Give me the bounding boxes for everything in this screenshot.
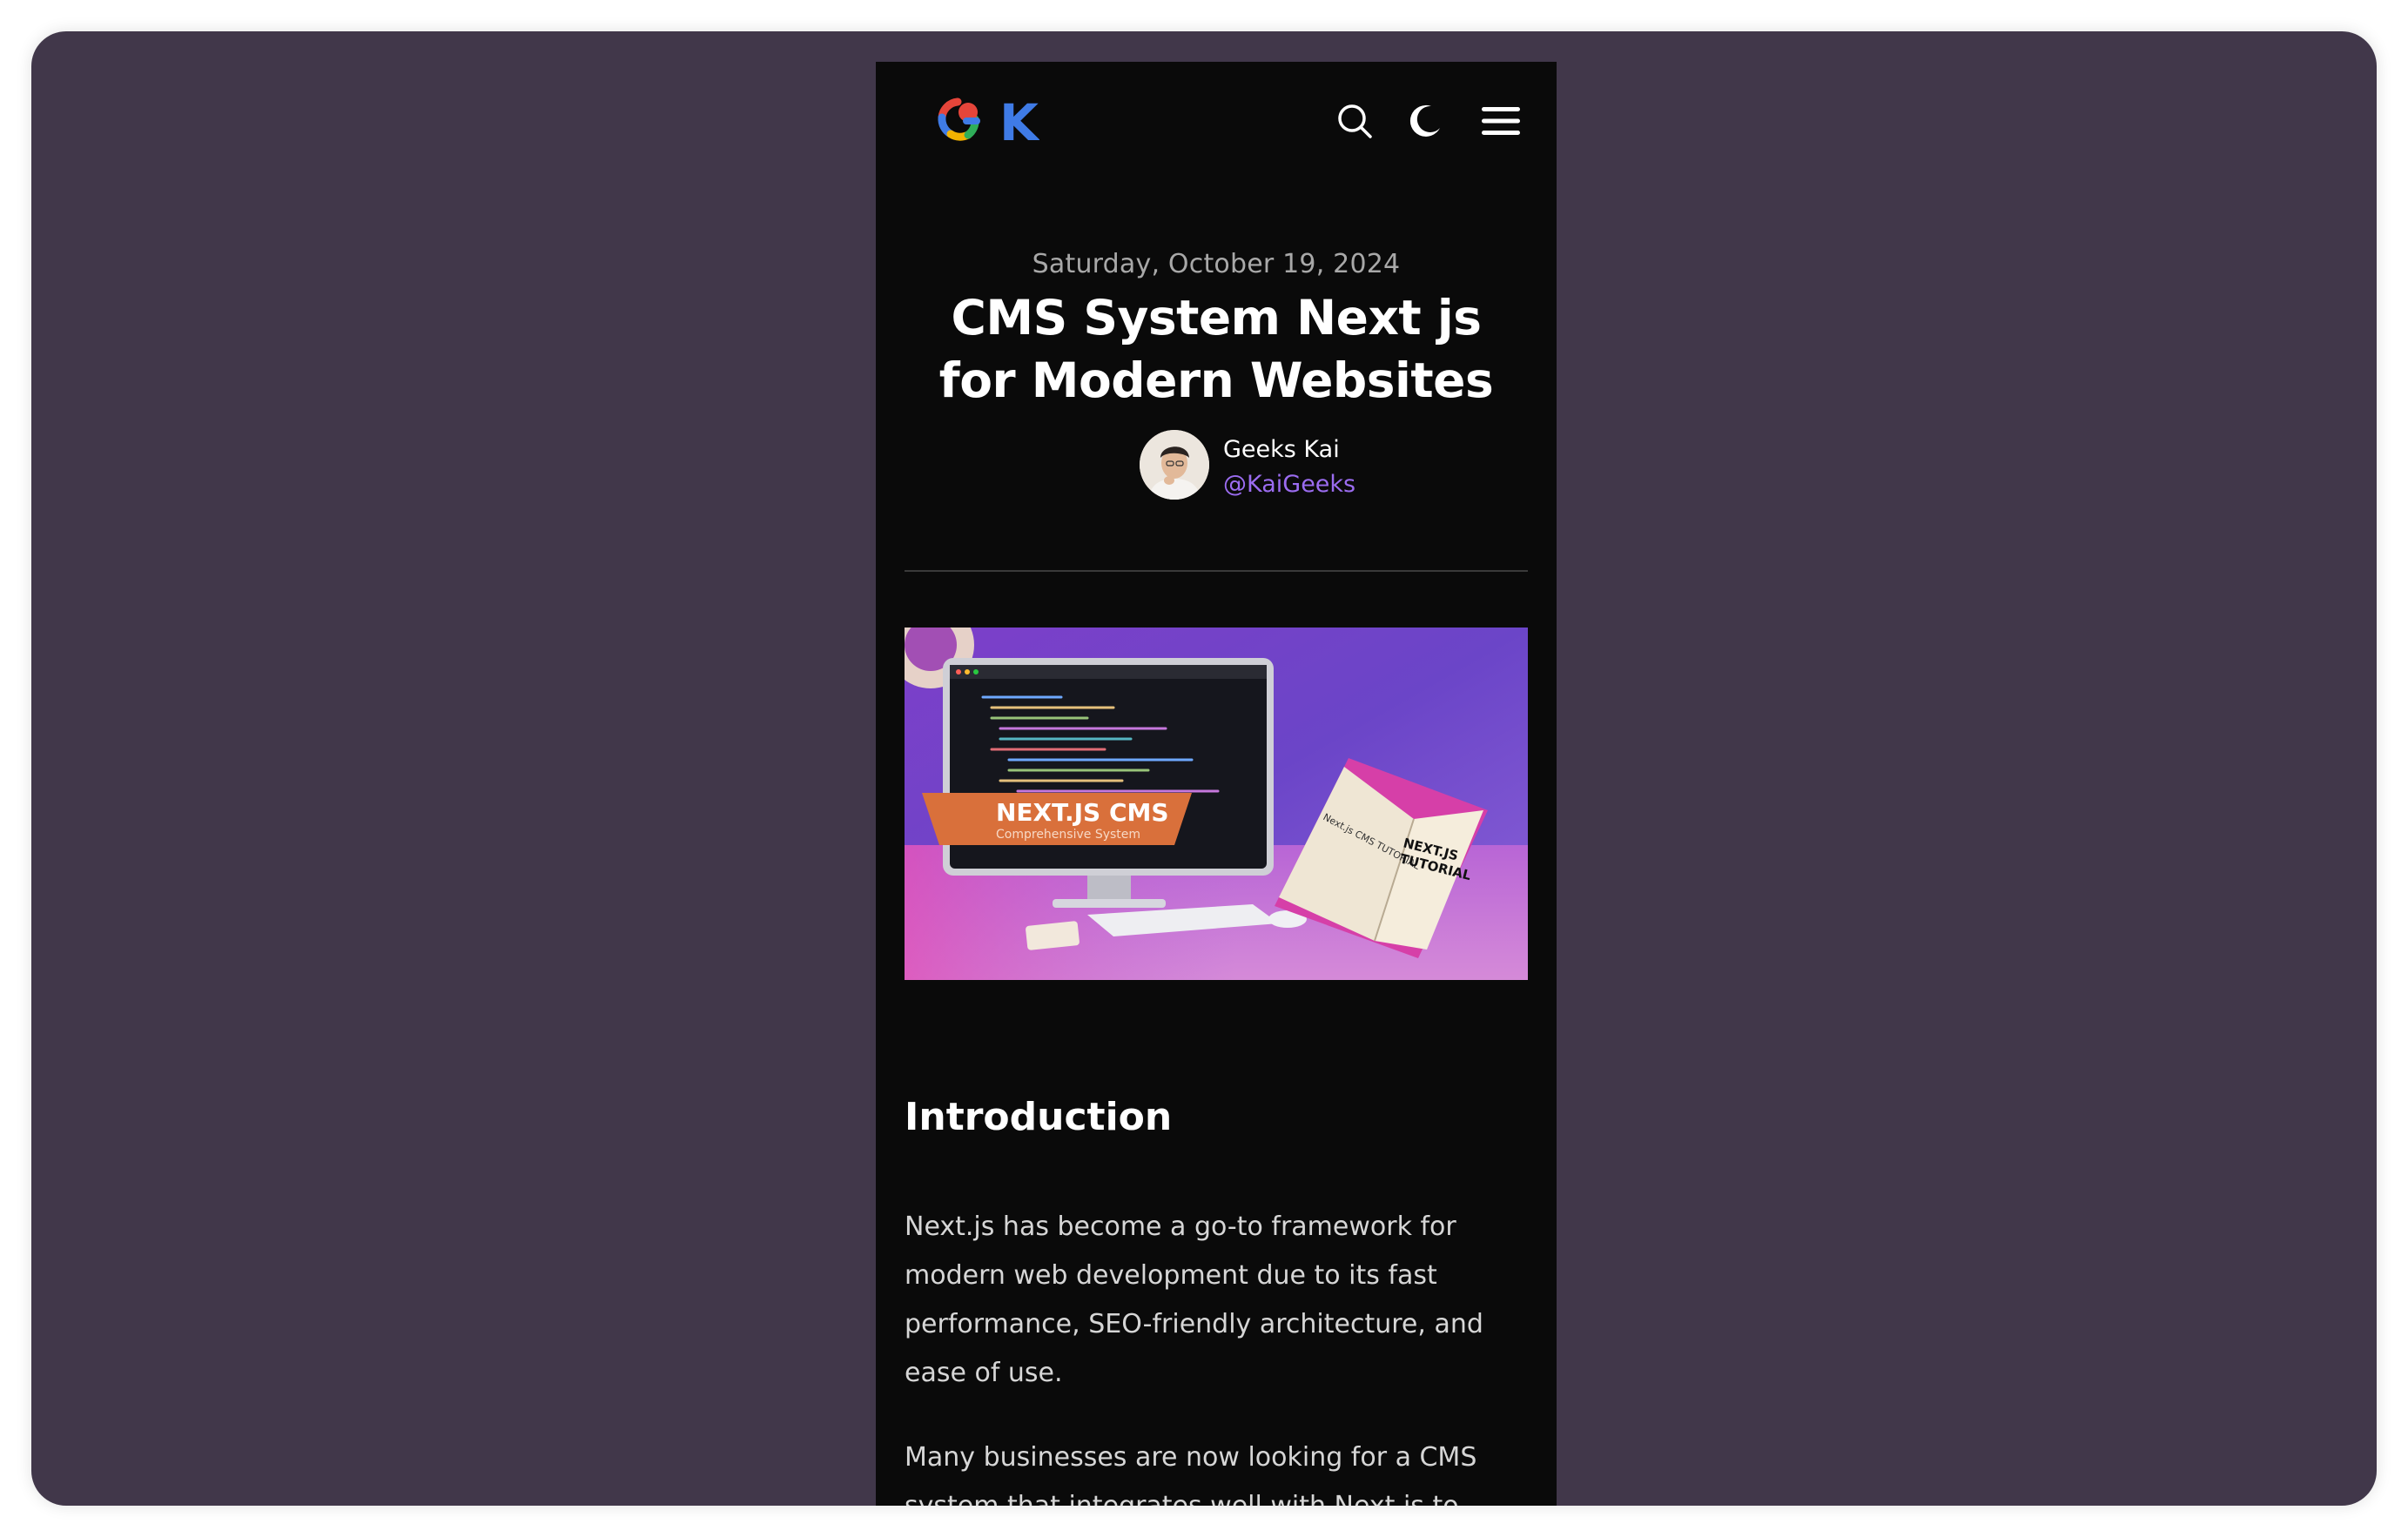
hero-image: NEXT.JS CMS Comprehensive System Next.js… (905, 628, 1528, 980)
logo-mark: K (938, 93, 1040, 152)
author-handle-link[interactable]: @KaiGeeks (1223, 471, 1355, 498)
logo-letter: K (999, 95, 1039, 147)
section-heading: Introduction (905, 1095, 1173, 1139)
author-card[interactable]: Geeks Kai @KaiGeeks (1140, 430, 1401, 503)
menu-icon[interactable] (1475, 95, 1527, 147)
moon-icon[interactable] (1398, 95, 1450, 147)
post-title: CMS System Next js for Modern Websites (938, 290, 1494, 408)
site-header: K (876, 62, 1557, 175)
divider (905, 570, 1528, 572)
post-date: Saturday, October 19, 2024 (1032, 249, 1401, 279)
site-logo[interactable]: K (935, 93, 1040, 152)
paragraph: Many businesses are now looking for a CM… (905, 1442, 1477, 1506)
banner-title: NEXT.JS CMS (996, 798, 1169, 827)
search-icon[interactable] (1328, 95, 1381, 147)
browser-frame: K Saturday, October 19, 2024 CMS System … (31, 31, 2377, 1506)
banner-subtitle: Comprehensive System (996, 828, 1140, 842)
mobile-viewport[interactable]: K Saturday, October 19, 2024 CMS System … (876, 62, 1557, 1506)
author-name: Geeks Kai (1223, 436, 1340, 463)
paragraph: Next.js has become a go-to framework for… (905, 1211, 1483, 1388)
avatar[interactable] (1140, 430, 1209, 500)
